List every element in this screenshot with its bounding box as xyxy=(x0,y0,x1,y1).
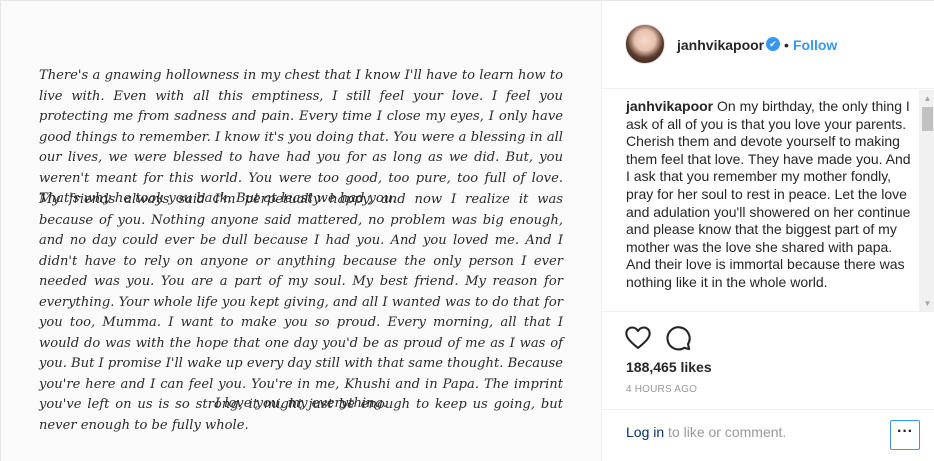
verified-badge-icon: ✔ xyxy=(766,37,780,51)
comment-icon[interactable] xyxy=(664,324,692,352)
more-options-button[interactable]: ··· xyxy=(890,420,920,450)
caption-username[interactable]: janhvikapoor xyxy=(626,98,713,114)
login-prompt: Log in to like or comment. xyxy=(626,424,786,440)
scrollbar-thumb[interactable] xyxy=(922,107,933,131)
header-separator: • xyxy=(784,37,789,53)
post-image[interactable]: There's a gnawing hollowness in my chest… xyxy=(1,1,601,461)
login-link[interactable]: Log in xyxy=(626,424,664,440)
post-side-panel: janhvikapoor ✔ • Follow janhvikapoor On … xyxy=(601,1,934,461)
caption-text: On my birthday, the only thing I ask of … xyxy=(626,98,911,290)
login-prompt-text: to like or comment. xyxy=(664,424,787,440)
post-header: janhvikapoor ✔ • Follow xyxy=(602,1,934,89)
avatar[interactable] xyxy=(625,24,665,64)
caption-scroll-area[interactable]: janhvikapoor On my birthday, the only th… xyxy=(602,90,934,312)
letter-paragraph-1: There's a gnawing hollowness in my chest… xyxy=(39,68,563,206)
heart-icon[interactable] xyxy=(624,324,652,352)
follow-button[interactable]: Follow xyxy=(793,37,837,53)
caption-scrollbar[interactable]: ▲ ▼ xyxy=(919,90,934,311)
letter-signoff: I love you, my everything. xyxy=(214,396,388,411)
letter-image: There's a gnawing hollowness in my chest… xyxy=(5,35,597,433)
post-timestamp[interactable]: 4 HOURS AGO xyxy=(626,384,697,395)
post-window: There's a gnawing hollowness in my chest… xyxy=(0,0,934,461)
post-footer: Log in to like or comment. ··· xyxy=(602,409,934,461)
post-actions: 188,465 likes 4 HOURS AGO xyxy=(602,313,934,413)
scroll-down-arrow-icon[interactable]: ▼ xyxy=(919,295,934,311)
scroll-up-arrow-icon[interactable]: ▲ xyxy=(919,90,934,107)
header-username[interactable]: janhvikapoor xyxy=(677,37,764,53)
likes-count[interactable]: 188,465 likes xyxy=(626,359,712,375)
caption: janhvikapoor On my birthday, the only th… xyxy=(626,98,912,292)
